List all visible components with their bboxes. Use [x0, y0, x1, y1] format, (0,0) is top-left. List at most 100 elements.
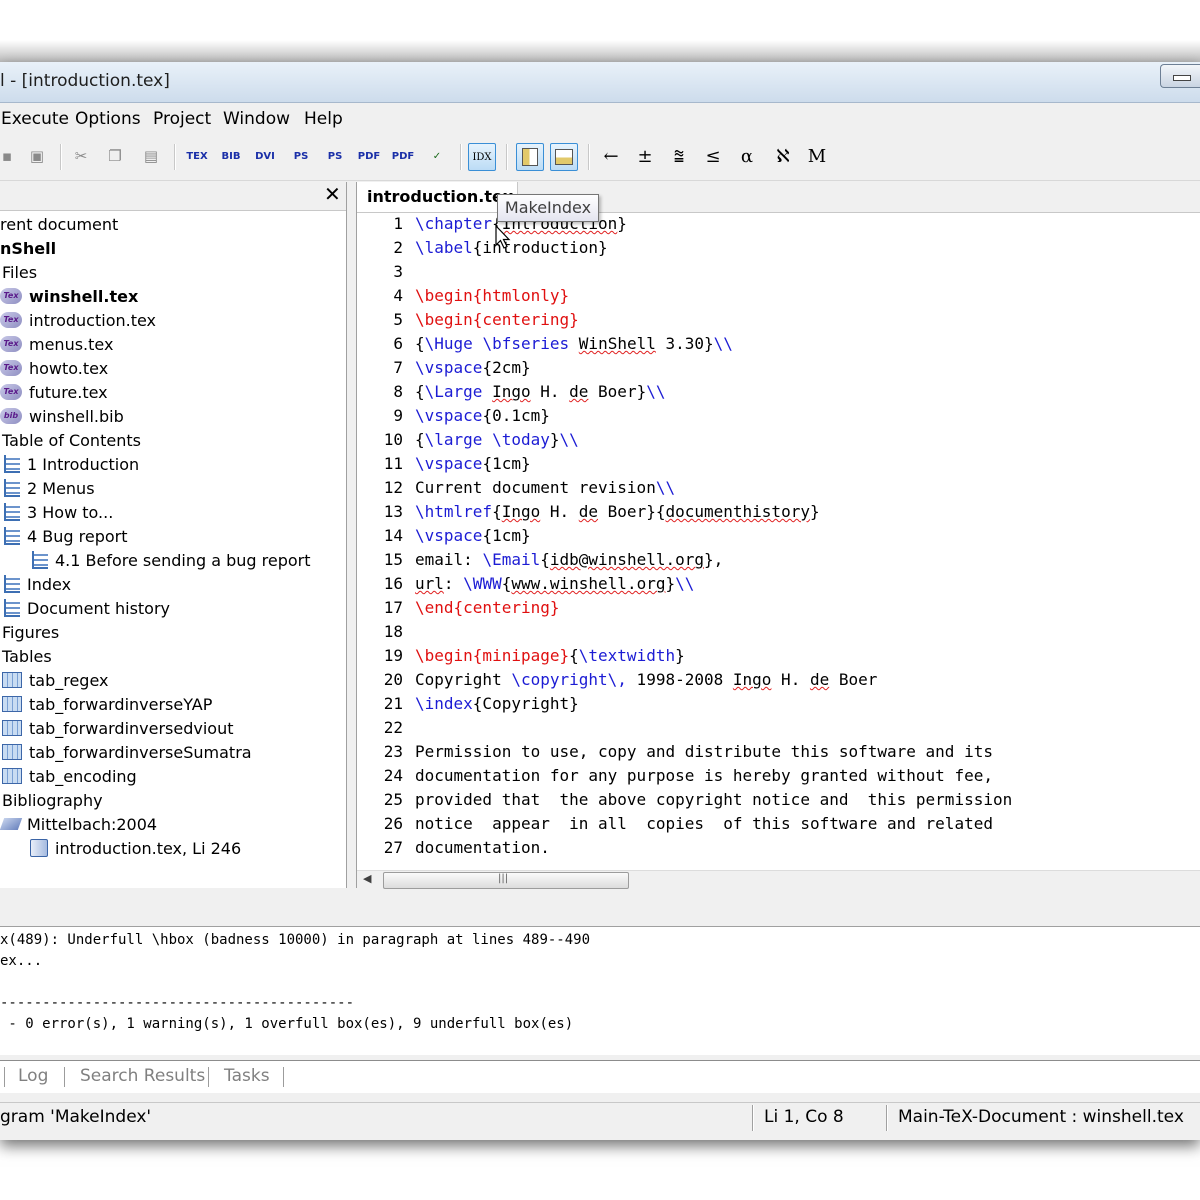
pdflatex-button[interactable]: PDF [356, 143, 382, 169]
alpha-symbol-button[interactable]: α [734, 143, 760, 169]
tree-table-item[interactable]: tab_forwardinversedviout [2, 716, 234, 740]
save-all-icon[interactable]: ▣ [24, 143, 50, 169]
code-line[interactable]: {\Large Ingo H. de Boer}\\ [415, 382, 665, 401]
code-line[interactable]: \begin{minipage}{\textwidth} [415, 646, 685, 665]
menu-help[interactable]: Help [304, 109, 343, 129]
tab-tasks[interactable]: Tasks [224, 1066, 270, 1086]
code-line[interactable]: documentation for any purpose is hereby … [415, 766, 993, 785]
menu-options[interactable]: Options [75, 109, 141, 129]
horizontal-scrollbar[interactable]: ◀ ||| [357, 870, 1200, 889]
line-number: 2 [393, 238, 403, 257]
code-line[interactable]: \htmlref{Ingo H. de Boer}{documenthistor… [415, 502, 820, 521]
code-line[interactable]: \begin{centering} [415, 310, 579, 329]
tree-toc-item[interactable]: 3 How to... [4, 500, 113, 524]
tree-bibliography-group[interactable]: Bibliography [2, 788, 103, 812]
code-line[interactable]: Current document revision\\ [415, 478, 675, 497]
tree-toc-item[interactable]: 4 Bug report [4, 524, 128, 548]
tree-file-item[interactable]: Tex introduction.tex [0, 308, 156, 332]
minimize-button[interactable] [1160, 64, 1200, 88]
code-line[interactable]: {\Huge \bfseries WinShell 3.30}\\ [415, 334, 733, 353]
output-tabs: Log Search Results Tasks [0, 1060, 1200, 1093]
dvips-button[interactable]: PS [288, 143, 314, 169]
code-line[interactable]: Permission to use, copy and distribute t… [415, 742, 993, 761]
bibtex-button[interactable]: BIB [218, 143, 244, 169]
tree-toc-item[interactable]: 2 Menus [4, 476, 95, 500]
tree-bib-reference[interactable]: introduction.tex, Li 246 [30, 836, 241, 860]
code-line[interactable]: Copyright \copyright\, 1998-2008 Ingo H.… [415, 670, 877, 689]
relation-symbol-button[interactable]: ⩰ [666, 143, 692, 169]
tree-table-item[interactable]: tab_forwardinverseYAP [2, 692, 212, 716]
less-equal-symbol-button[interactable]: ≤ [700, 143, 726, 169]
code-line[interactable]: provided that the above copyright notice… [415, 790, 1012, 809]
tree-toc-group[interactable]: Table of Contents [2, 428, 141, 452]
save-icon[interactable]: ▪ [0, 143, 20, 169]
pdf-view-button[interactable]: PDF [390, 143, 416, 169]
tree-file-item[interactable]: Tex future.tex [0, 380, 108, 404]
menu-project[interactable]: Project [153, 109, 211, 129]
book-icon [30, 839, 48, 857]
line-number: 21 [383, 694, 403, 713]
spellcheck-icon[interactable]: ✓ [424, 143, 450, 169]
dvi-view-button[interactable]: DVI [252, 143, 278, 169]
cut-icon[interactable]: ✂ [68, 143, 94, 169]
toolbar-separator [174, 144, 176, 170]
tree-file-item[interactable]: Tex menus.tex [0, 332, 113, 356]
tree-table-item[interactable]: tab_regex [2, 668, 109, 692]
plus-minus-symbol-button[interactable]: ± [632, 143, 658, 169]
tree-files-group[interactable]: Files [2, 260, 37, 284]
toolbar-separator [506, 144, 508, 170]
code-line[interactable]: \end{centering} [415, 598, 560, 617]
project-view-toggle-icon[interactable] [516, 143, 544, 171]
tree-file-item[interactable]: Tex winshell.tex [0, 284, 138, 308]
code-line[interactable]: \label{introduction} [415, 238, 608, 257]
tree-project-root[interactable]: nShell [0, 236, 56, 260]
scroll-left-icon[interactable]: ◀ [363, 872, 371, 885]
scrollbar-thumb[interactable]: ||| [383, 872, 629, 889]
code-line[interactable]: url: \WWW{www.winshell.org}\\ [415, 574, 694, 593]
arrow-left-symbol-button[interactable]: ← [598, 143, 624, 169]
tree-bib-item[interactable]: Mittelbach:2004 [0, 812, 157, 836]
code-line[interactable]: \vspace{2cm} [415, 358, 531, 377]
latex-button[interactable]: TEX [184, 143, 210, 169]
tree-tables-group[interactable]: Tables [2, 644, 52, 668]
tree-toc-item[interactable]: 4.1 Before sending a bug report [32, 548, 311, 572]
output-line: ex... [0, 953, 43, 969]
code-line[interactable]: \vspace{1cm} [415, 526, 531, 545]
tree-current-document[interactable]: rent document [0, 212, 118, 236]
tree-table-item[interactable]: tab_forwardinverseSumatra [2, 740, 252, 764]
aleph-symbol-button[interactable]: ℵ [770, 143, 796, 169]
tree-toc-item[interactable]: Document history [4, 596, 170, 620]
ps-view-button[interactable]: PS [322, 143, 348, 169]
code-line[interactable]: notice appear in all copies of this soft… [415, 814, 993, 833]
tree-toc-item[interactable]: Index [4, 572, 71, 596]
tree-figures-group[interactable]: Figures [2, 620, 59, 644]
code-line[interactable]: \vspace{0.1cm} [415, 406, 550, 425]
tab-separator [283, 1067, 284, 1087]
menu-window[interactable]: Window [223, 109, 290, 129]
paste-icon[interactable]: ▤ [138, 143, 164, 169]
math-font-symbol-button[interactable]: M [804, 143, 830, 169]
tree-table-item[interactable]: tab_encoding [2, 764, 137, 788]
window-title: l - [introduction.tex] [0, 71, 170, 91]
code-line[interactable]: \vspace{1cm} [415, 454, 531, 473]
line-number: 3 [393, 262, 403, 281]
code-line[interactable]: email: \Email{idb@winshell.org}, [415, 550, 723, 569]
makeindex-button[interactable]: IDX [468, 143, 496, 171]
menu-execute[interactable]: Execute [1, 109, 69, 129]
line-number: 7 [393, 358, 403, 377]
tree-toc-item[interactable]: 1 Introduction [4, 452, 139, 476]
tab-introduction[interactable]: introduction.tex [357, 182, 518, 212]
code-line[interactable]: documentation. [415, 838, 550, 857]
copy-icon[interactable]: ❐ [102, 143, 128, 169]
tree-file-item[interactable]: Tex howto.tex [0, 356, 108, 380]
close-icon[interactable]: ✕ [324, 182, 341, 206]
output-view-toggle-icon[interactable] [550, 143, 578, 171]
code-line[interactable]: \begin{htmlonly} [415, 286, 569, 305]
tab-search-results[interactable]: Search Results [80, 1066, 205, 1086]
project-panel-header: ✕ [0, 182, 346, 211]
tab-log[interactable]: Log [18, 1066, 48, 1086]
table-icon [2, 672, 22, 688]
code-line[interactable]: {\large \today}\\ [415, 430, 579, 449]
tree-file-item[interactable]: bib winshell.bib [0, 404, 124, 428]
code-line[interactable]: \index{Copyright} [415, 694, 579, 713]
